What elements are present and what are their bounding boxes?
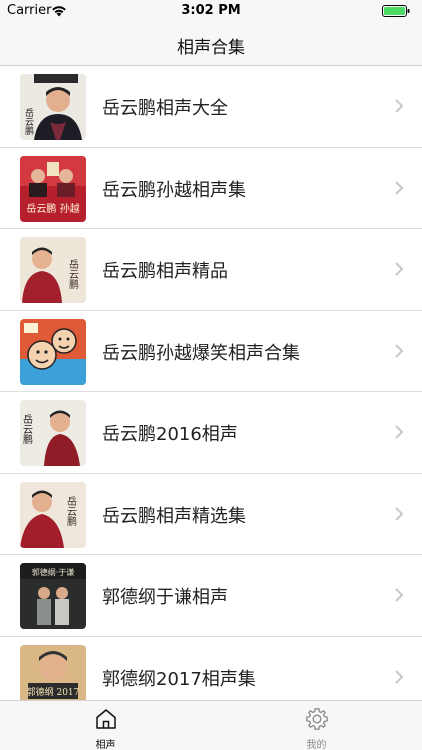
tab-label: 相声 bbox=[95, 740, 116, 750]
svg-text:岳云鹏: 岳云鹏 bbox=[23, 107, 34, 136]
tab-bar: 相声 我的 bbox=[0, 700, 422, 750]
album-cover bbox=[20, 318, 86, 385]
tab-crosstalk[interactable]: 相声 bbox=[0, 701, 211, 750]
album-row[interactable]: 岳云鹏 岳云鹏相声大全 bbox=[0, 66, 422, 148]
chevron-right-icon bbox=[395, 99, 404, 113]
album-cover: 岳云鹏 bbox=[20, 400, 86, 466]
navigation-bar: 相声合集 bbox=[0, 22, 422, 66]
album-row[interactable]: 岳云鹏 岳云鹏相声精选集 bbox=[0, 474, 422, 555]
album-row[interactable]: 岳云鹏 岳云鹏相声精品 bbox=[0, 229, 422, 311]
tab-label: 我的 bbox=[306, 740, 327, 750]
album-title: 岳云鹏相声大全 bbox=[102, 98, 228, 119]
gear-icon bbox=[306, 708, 328, 730]
album-cover: 岳云鹏 孙越 bbox=[20, 155, 86, 222]
status-time: 3:02 PM bbox=[181, 3, 241, 18]
svg-text:岳云鹏: 岳云鹏 bbox=[65, 495, 77, 526]
album-row[interactable]: 岳云鹏 岳云鹏2016相声 bbox=[0, 392, 422, 474]
album-title: 岳云鹏孙越爆笑相声合集 bbox=[102, 342, 300, 364]
album-list[interactable]: 岳云鹏 岳云鹏相声大全 岳云鹏 孙越 岳云鹏孙越相声集 岳云鹏 岳云鹏相声精品 … bbox=[0, 66, 422, 700]
album-title: 岳云鹏相声精选集 bbox=[102, 505, 246, 527]
chevron-right-icon bbox=[395, 669, 404, 684]
album-title: 岳云鹏孙越相声集 bbox=[102, 179, 246, 201]
status-bar: Carrier 3:02 PM bbox=[0, 0, 422, 22]
album-cover: 郭德纲·于谦 bbox=[20, 563, 86, 629]
svg-text:郭德纲 2017: 郭德纲 2017 bbox=[27, 686, 80, 698]
svg-text:岳云鹏: 岳云鹏 bbox=[21, 414, 33, 445]
album-title: 郭德纲于谦相声 bbox=[102, 587, 228, 608]
album-row[interactable]: 郭德纲·于谦 郭德纲于谦相声 bbox=[0, 555, 422, 637]
album-cover: 岳云鹏 bbox=[20, 74, 86, 140]
chevron-right-icon bbox=[395, 343, 404, 358]
album-cover: 岳云鹏 bbox=[20, 481, 86, 548]
svg-text:郭德纲·于谦: 郭德纲·于谦 bbox=[32, 567, 75, 577]
page-title: 相声合集 bbox=[177, 38, 245, 58]
album-cover: 郭德纲 2017 bbox=[20, 644, 86, 700]
svg-text:岳云鹏 孙越: 岳云鹏 孙越 bbox=[26, 202, 79, 215]
tab-mine[interactable]: 我的 bbox=[211, 701, 422, 750]
chevron-right-icon bbox=[395, 506, 404, 521]
svg-text:岳云鹏: 岳云鹏 bbox=[67, 259, 79, 290]
album-title: 岳云鹏相声精品 bbox=[102, 261, 228, 282]
battery-icon bbox=[382, 5, 410, 17]
album-cover: 岳云鹏 bbox=[20, 237, 86, 303]
album-title: 岳云鹏2016相声 bbox=[102, 424, 238, 445]
album-row[interactable]: 郭德纲 2017 郭德纲2017相声集 bbox=[0, 637, 422, 700]
album-row[interactable]: 岳云鹏孙越爆笑相声合集 bbox=[0, 311, 422, 392]
chevron-right-icon bbox=[395, 262, 404, 276]
home-icon bbox=[96, 709, 116, 729]
chevron-right-icon bbox=[395, 588, 404, 602]
chevron-right-icon bbox=[395, 425, 404, 439]
album-title: 郭德纲2017相声集 bbox=[102, 668, 256, 690]
album-row[interactable]: 岳云鹏 孙越 岳云鹏孙越相声集 bbox=[0, 148, 422, 229]
chevron-right-icon bbox=[395, 180, 404, 195]
